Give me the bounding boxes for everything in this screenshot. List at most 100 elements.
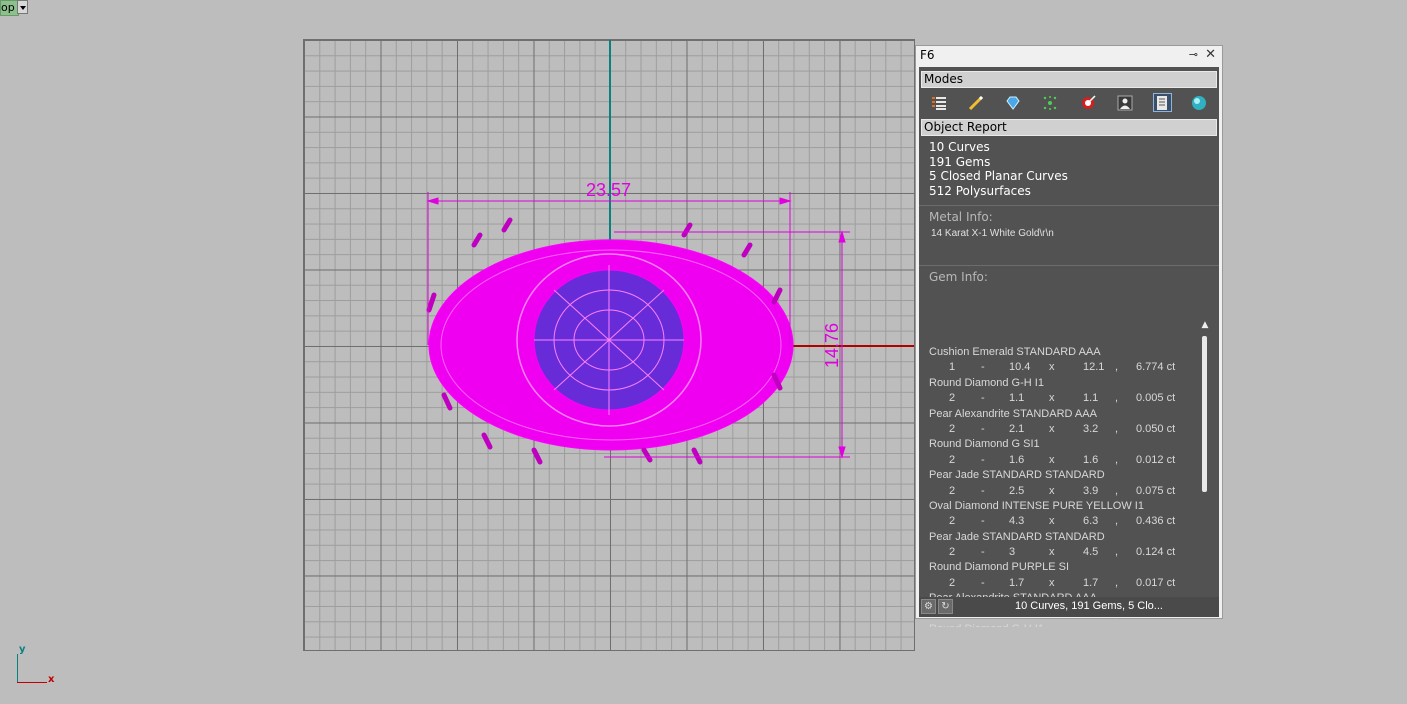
gem-w: 3: [1009, 546, 1016, 559]
gem-w: 2.1: [1009, 422, 1025, 435]
gem-ct: 0.075 ct: [1136, 484, 1176, 497]
top-viewport[interactable]: 23.57 14.76: [303, 39, 915, 651]
scroll-up-icon[interactable]: ▲: [1200, 320, 1210, 330]
gem-x: x: [1049, 576, 1055, 589]
gem-h: 3.9: [1083, 484, 1099, 497]
gem-info-list[interactable]: Cushion Emerald STANDARD AAA 1 - 10.4 x 12.1,…: [919, 345, 1201, 627]
metal-info-value: 14 Karat X-1 White Gold\r\n: [931, 228, 1054, 240]
diamond-icon[interactable]: [1004, 93, 1023, 112]
gem-qty: 2: [949, 576, 956, 589]
gem-comma: ,: [1115, 422, 1119, 435]
gem-name: Pear Jade STANDARD STANDARD: [929, 530, 1105, 543]
y-axis-label: y: [19, 644, 26, 655]
gem-comma: ,: [1115, 546, 1119, 559]
gem-x: x: [1049, 546, 1055, 559]
gem-dash: -: [981, 515, 985, 528]
width-dimension: 23.57: [586, 180, 631, 200]
pin-icon[interactable]: ⊸: [1189, 48, 1198, 61]
settings-icon[interactable]: ⚙: [921, 599, 936, 614]
gem-dash: -: [981, 422, 985, 435]
gem-qty: 2: [949, 515, 956, 528]
gem-qty: 2: [949, 546, 956, 559]
report-line: 191 Gems: [929, 154, 991, 169]
object-report-list: 10 Curves 191 Gems 5 Closed Planar Curve…: [919, 136, 1219, 198]
gem-comma: ,: [1115, 453, 1119, 466]
gem-qty: 2: [949, 484, 956, 497]
gem-ct: 0.436 ct: [1136, 515, 1176, 528]
gem-values: 2 - 4.3 x 6.3, 0.436 ct: [919, 514, 1201, 529]
gem-x: x: [1049, 361, 1055, 374]
modes-header[interactable]: Modes: [921, 71, 1217, 88]
gem-values: 2 - 3 x 4.5, 0.124 ct: [919, 545, 1201, 560]
gem-qty: 2: [949, 422, 956, 435]
gem-w: 1.7: [1009, 576, 1025, 589]
gem-values: 2 - 2.5 x 3.9, 0.075 ct: [919, 484, 1201, 499]
target-icon[interactable]: [1078, 93, 1097, 112]
pencil-icon[interactable]: [966, 93, 985, 112]
gem-h: 1.7: [1083, 576, 1099, 589]
close-icon[interactable]: ✕: [1205, 47, 1216, 62]
gem-qty: 2: [949, 392, 956, 405]
gem-name: Round Diamond G-H I1: [929, 376, 1044, 389]
gem-w: 1.6: [1009, 453, 1025, 466]
scroll-thumb[interactable]: [1202, 336, 1207, 492]
gem-name: Round Diamond G-H I1: [919, 622, 1201, 627]
sparkle-icon[interactable]: [1041, 93, 1060, 112]
gem-ct: 0.005 ct: [1136, 392, 1176, 405]
gem-w: 4.3: [1009, 515, 1025, 528]
gem-h: 6.3: [1083, 515, 1099, 528]
gem-comma: ,: [1115, 361, 1119, 374]
gem-ct: 0.017 ct: [1136, 576, 1176, 589]
gem-h: 4.5: [1083, 546, 1099, 559]
gem-values: 2 - 1.7 x 1.7, 0.017 ct: [919, 576, 1201, 591]
person-icon[interactable]: [1115, 93, 1134, 112]
gem-x: x: [1049, 392, 1055, 405]
viewport-label[interactable]: op: [0, 0, 19, 16]
modes-toolbar: [919, 88, 1219, 115]
report-line: 10 Curves: [929, 140, 990, 154]
gem-dash: -: [981, 546, 985, 559]
gem-values: 2 - 2.1 x 3.2, 0.050 ct: [919, 422, 1201, 437]
gem-name: Pear Jade STANDARD STANDARD: [929, 469, 1105, 482]
gem-h: 3.2: [1083, 422, 1099, 435]
axis-indicator: y x: [14, 644, 54, 686]
gem-comma: ,: [1115, 392, 1119, 405]
gem-comma: ,: [1115, 484, 1119, 497]
gem-dash: -: [981, 576, 985, 589]
gem-h: 12.1: [1083, 361, 1105, 374]
gem-name: Round Diamond G SI1: [929, 438, 1040, 451]
gem-values: 2 - 1.6 x 1.6, 0.012 ct: [919, 453, 1201, 468]
gem-dash: -: [981, 392, 985, 405]
gem-x: x: [1049, 484, 1055, 497]
list-icon[interactable]: [929, 93, 948, 112]
footer-summary: 10 Curves, 191 Gems, 5 Clo...: [1015, 600, 1163, 612]
gem-qty: 1: [949, 361, 956, 374]
gem-w: 1.1: [1009, 392, 1025, 405]
gem-comma: ,: [1115, 515, 1119, 528]
metal-info-title: Metal Info:: [929, 210, 993, 225]
gem-comma: ,: [1115, 576, 1119, 589]
sphere-icon[interactable]: [1190, 93, 1209, 112]
gem-w: 10.4: [1009, 361, 1031, 374]
gem-ct: 0.012 ct: [1136, 453, 1176, 466]
gem-ct: 0.124 ct: [1136, 546, 1176, 559]
panel-footer: ⚙ ↻ 10 Curves, 191 Gems, 5 Clo...: [919, 597, 1219, 617]
gem-list-scrollbar[interactable]: ▲ ▼: [1199, 320, 1211, 616]
gem-ct: 0.050 ct: [1136, 422, 1176, 435]
document-icon[interactable]: [1152, 93, 1172, 112]
refresh-icon[interactable]: ↻: [938, 599, 953, 614]
object-report-header[interactable]: Object Report: [921, 119, 1217, 136]
gem-x: x: [1049, 515, 1055, 528]
viewport-scene: 23.57 14.76: [426, 40, 914, 465]
gem-h: 1.6: [1083, 453, 1099, 466]
gem-values: 1 - 10.4 x 12.1, 6.774 ct: [919, 360, 1201, 375]
height-dimension: 14.76: [822, 323, 842, 368]
report-line: 512 Polysurfaces: [929, 183, 1031, 198]
gem-ct: 6.774 ct: [1136, 361, 1176, 374]
viewport-menu-dropdown[interactable]: [17, 0, 28, 14]
panel-titlebar[interactable]: F6 ⊸ ✕: [916, 46, 1222, 66]
gem-w: 2.5: [1009, 484, 1025, 497]
ring-model: [426, 217, 794, 465]
panel-body: Modes Object Report 10 Curves 191 Gems 5…: [919, 67, 1219, 627]
gem-qty: 2: [949, 453, 956, 466]
